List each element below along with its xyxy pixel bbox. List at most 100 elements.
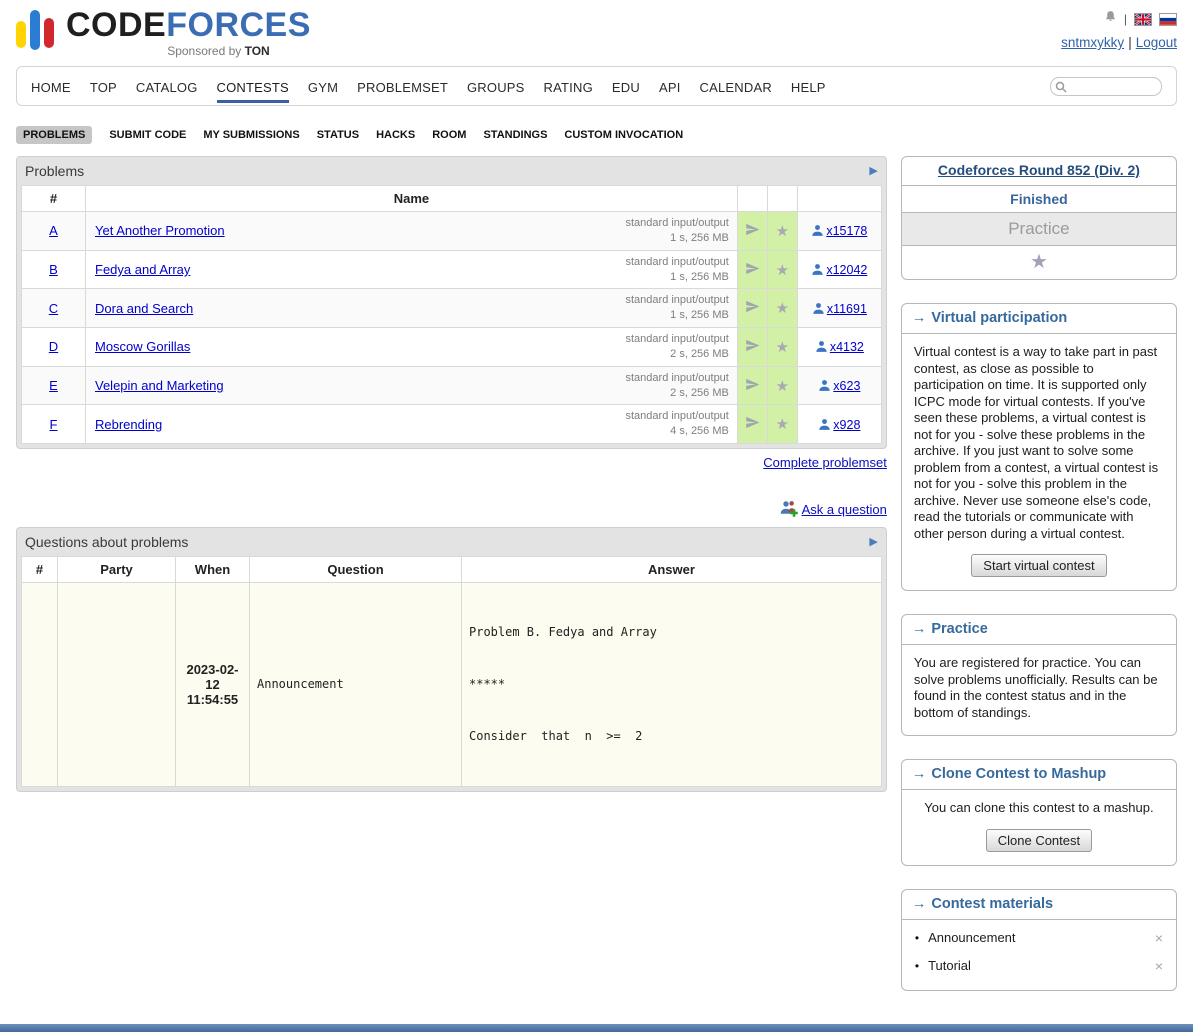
questions-table: # Party When Question Answer 2023-02-12 … [21, 556, 882, 787]
problem-name-link[interactable]: Velepin and Marketing [95, 378, 224, 393]
submit-plane-icon[interactable] [745, 302, 760, 317]
arrow-right-icon: → [912, 310, 927, 326]
favorite-star-icon[interactable]: ★ [776, 378, 789, 395]
contest-favorite-row: ★ [902, 246, 1176, 279]
favorite-star-icon[interactable]: ★ [776, 416, 789, 433]
start-virtual-contest-button[interactable]: Start virtual contest [971, 554, 1106, 577]
virtual-button-row: Start virtual contest [902, 546, 1176, 590]
codeforces-logo[interactable]: CODEFORCES Sponsored by TON [16, 8, 311, 58]
solved-count-link[interactable]: x15178 [826, 224, 867, 238]
question-party [58, 583, 176, 787]
bell-icon[interactable] [1104, 10, 1117, 28]
solved-count-link[interactable]: x12042 [826, 263, 867, 277]
arrow-right-icon: → [912, 766, 927, 782]
search-box [1050, 77, 1162, 96]
submit-plane-icon[interactable] [745, 418, 760, 433]
nav-item-rating[interactable]: RATING [544, 70, 593, 103]
problem-name-link[interactable]: Rebrending [95, 417, 162, 432]
subnav-item-hacks[interactable]: HACKS [376, 129, 415, 141]
tutorial-link[interactable]: Tutorial [928, 958, 971, 973]
contest-title-link[interactable]: Codeforces Round 852 (Div. 2) [938, 162, 1140, 178]
account-row: sntmxykky | Logout [1061, 35, 1177, 50]
russian-flag-icon[interactable] [1159, 13, 1177, 26]
nav-item-home[interactable]: HOME [31, 70, 71, 103]
nav-item-calendar[interactable]: CALENDAR [700, 70, 772, 103]
virtual-participation-title: →Virtual participation [902, 304, 1176, 334]
subnav-item-room[interactable]: ROOM [432, 129, 466, 141]
problem-name-link[interactable]: Moscow Gorillas [95, 339, 190, 354]
subnav-item-status[interactable]: STATUS [317, 129, 359, 141]
subnav-item-custom-invocation[interactable]: CUSTOM INVOCATION [564, 129, 683, 141]
header: CODEFORCES Sponsored by TON | [0, 0, 1193, 62]
problem-io-limits: standard input/output1 s, 256 MB [626, 216, 729, 246]
favorite-star-icon[interactable]: ★ [1030, 251, 1048, 273]
separator: | [1128, 35, 1132, 50]
submit-plane-icon[interactable] [745, 225, 760, 240]
solved-count-link[interactable]: x4132 [830, 340, 864, 354]
problem-letter-link[interactable]: E [49, 378, 58, 393]
problem-letter-link[interactable]: B [49, 262, 58, 277]
problem-letter-link[interactable]: D [49, 339, 58, 354]
nav-item-groups[interactable]: GROUPS [467, 70, 525, 103]
problem-io-limits: standard input/output1 s, 256 MB [626, 293, 729, 323]
problem-name-link[interactable]: Fedya and Array [95, 262, 190, 277]
problem-letter-link[interactable]: A [49, 223, 58, 238]
solved-person-icon [812, 301, 827, 316]
nav-item-edu[interactable]: EDU [612, 70, 640, 103]
nav-item-api[interactable]: API [659, 70, 681, 103]
logo-forces: FORCES [166, 6, 311, 44]
clone-contest-button[interactable]: Clone Contest [986, 829, 1092, 852]
username-link[interactable]: sntmxykky [1061, 35, 1124, 50]
q-col-party: Party [58, 557, 176, 583]
favorite-star-icon[interactable]: ★ [776, 223, 789, 240]
logout-link[interactable]: Logout [1136, 35, 1177, 50]
nav-item-catalog[interactable]: CATALOG [136, 70, 198, 103]
english-flag-icon[interactable] [1134, 13, 1152, 26]
favorite-star-icon[interactable]: ★ [776, 262, 789, 279]
solved-person-icon [811, 262, 826, 277]
subnav-item-problems[interactable]: PROBLEMS [16, 126, 92, 144]
ask-question-link[interactable]: Ask a question [802, 502, 887, 517]
announcement-link[interactable]: Announcement [928, 930, 1015, 945]
collapse-arrow-icon[interactable]: ▶ [869, 166, 877, 177]
sponsored-by: Sponsored by TON [107, 44, 270, 58]
arrow-right-icon: → [912, 621, 927, 637]
solved-count-link[interactable]: x623 [833, 379, 860, 393]
problem-io-limits: standard input/output1 s, 256 MB [626, 255, 729, 285]
submit-plane-icon[interactable] [745, 380, 760, 395]
submit-plane-icon[interactable] [745, 341, 760, 356]
collapse-arrow-icon[interactable]: ▶ [869, 537, 877, 548]
clone-button-row: Clone Contest [902, 821, 1176, 865]
subnav-item-my-submissions[interactable]: MY SUBMISSIONS [203, 129, 299, 141]
problem-letter-link[interactable]: F [50, 417, 58, 432]
questions-caption: Questions about problems ▶ [21, 532, 882, 556]
close-icon[interactable]: × [1155, 958, 1163, 974]
solved-count-link[interactable]: x928 [833, 418, 860, 432]
complete-problemset-row: Complete problemset [16, 455, 887, 470]
page: CODEFORCES Sponsored by TON | [0, 0, 1193, 1032]
problem-name-link[interactable]: Dora and Search [95, 301, 193, 316]
subnav-item-submit-code[interactable]: SUBMIT CODE [109, 129, 186, 141]
close-icon[interactable]: × [1155, 930, 1163, 946]
problem-name-link[interactable]: Yet Another Promotion [95, 223, 225, 238]
nav-item-help[interactable]: HELP [791, 70, 826, 103]
favorite-star-icon[interactable]: ★ [776, 300, 789, 317]
problem-letter-link[interactable]: C [49, 301, 58, 316]
contest-materials-title: →Contest materials [902, 890, 1176, 920]
favorite-star-icon[interactable]: ★ [776, 339, 789, 356]
clone-contest-text: You can clone this contest to a mashup. [902, 790, 1176, 821]
nav-item-contests[interactable]: CONTESTS [217, 70, 289, 103]
problem-row-f: F Rebrending standard input/output4 s, 2… [22, 405, 882, 444]
submit-plane-icon[interactable] [745, 264, 760, 279]
nav-item-problemset[interactable]: PROBLEMSET [357, 70, 448, 103]
solved-count-link[interactable]: x11691 [827, 302, 867, 316]
subnav-item-standings[interactable]: STANDINGS [483, 129, 547, 141]
nav-item-gym[interactable]: GYM [308, 70, 338, 103]
complete-problemset-link[interactable]: Complete problemset [763, 455, 887, 470]
question-number [22, 583, 58, 787]
questions-header-row: # Party When Question Answer [22, 557, 882, 583]
col-header-number: # [22, 186, 86, 212]
nav-item-top[interactable]: TOP [90, 70, 117, 103]
problems-datatable: Problems ▶ # Name [16, 156, 887, 449]
solved-person-icon [818, 378, 833, 393]
